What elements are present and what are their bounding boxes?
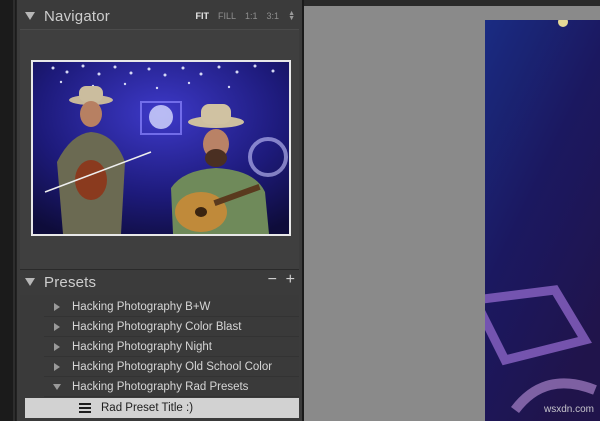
presets-title: Presets bbox=[44, 273, 97, 291]
zoom-stepper-icon[interactable]: ▲ ▼ bbox=[288, 10, 295, 22]
preset-list: Hacking Photography B+W Hacking Photogra… bbox=[20, 295, 299, 421]
preset-folder-label: Hacking Photography Night bbox=[72, 340, 212, 353]
zoom-options: FIT FILL 1:1 3:1 ▲ ▼ bbox=[196, 10, 295, 22]
zoom-fill[interactable]: FILL bbox=[218, 11, 236, 21]
collapse-triangle-icon[interactable] bbox=[53, 383, 61, 390]
preset-folder-item[interactable]: Hacking Photography Color Blast bbox=[44, 317, 299, 337]
expand-triangle-icon[interactable] bbox=[54, 302, 60, 311]
canvas-top-edge bbox=[304, 0, 600, 6]
collapse-triangle-icon[interactable] bbox=[25, 278, 35, 286]
edge-line bbox=[13, 0, 15, 421]
preset-folder-item[interactable]: Hacking Photography Old School Color bbox=[44, 357, 299, 377]
collapse-triangle-icon[interactable] bbox=[25, 12, 35, 20]
concert-photo-main bbox=[485, 20, 600, 421]
concert-photo-thumbnail bbox=[33, 62, 289, 234]
watermark-text: wsxdn.com bbox=[543, 404, 594, 415]
preset-folder-label: Hacking Photography Rad Presets bbox=[72, 380, 249, 393]
preset-folder-item[interactable]: Hacking Photography B+W bbox=[44, 297, 299, 317]
preset-folder-item-expanded[interactable]: Hacking Photography Rad Presets bbox=[44, 377, 299, 397]
preset-folder-label: Hacking Photography B+W bbox=[72, 300, 211, 313]
expand-triangle-icon[interactable] bbox=[54, 342, 60, 351]
add-preset-button[interactable]: + bbox=[286, 271, 295, 289]
main-canvas[interactable]: wsxdn.com bbox=[304, 0, 600, 421]
preset-item-selected[interactable]: Rad Preset Title :) bbox=[25, 398, 299, 418]
remove-preset-button[interactable]: − bbox=[268, 271, 277, 289]
main-photo[interactable] bbox=[485, 20, 600, 421]
preset-list-icon bbox=[79, 403, 91, 413]
navigator-header[interactable]: Navigator FIT FILL 1:1 3:1 ▲ ▼ bbox=[17, 2, 303, 30]
zoom-fit[interactable]: FIT bbox=[196, 11, 210, 21]
preset-folder-label: Hacking Photography Color Blast bbox=[72, 320, 242, 333]
expand-triangle-icon[interactable] bbox=[54, 362, 60, 371]
navigator-preview-well bbox=[20, 29, 299, 270]
left-panel: Navigator FIT FILL 1:1 3:1 ▲ ▼ Presets −… bbox=[16, 0, 304, 421]
navigator-title: Navigator bbox=[44, 7, 110, 25]
zoom-1-1[interactable]: 1:1 bbox=[245, 11, 258, 21]
navigator-thumbnail[interactable] bbox=[31, 60, 291, 236]
preset-folder-item[interactable]: Hacking Photography Night bbox=[44, 337, 299, 357]
presets-header[interactable]: Presets − + bbox=[17, 268, 303, 296]
preset-folder-label: Hacking Photography Old School Color bbox=[72, 360, 273, 373]
zoom-3-1[interactable]: 3:1 bbox=[267, 11, 280, 21]
left-edge-strip[interactable] bbox=[0, 0, 16, 421]
expand-triangle-icon[interactable] bbox=[54, 322, 60, 331]
preset-item-label: Rad Preset Title :) bbox=[101, 402, 194, 414]
